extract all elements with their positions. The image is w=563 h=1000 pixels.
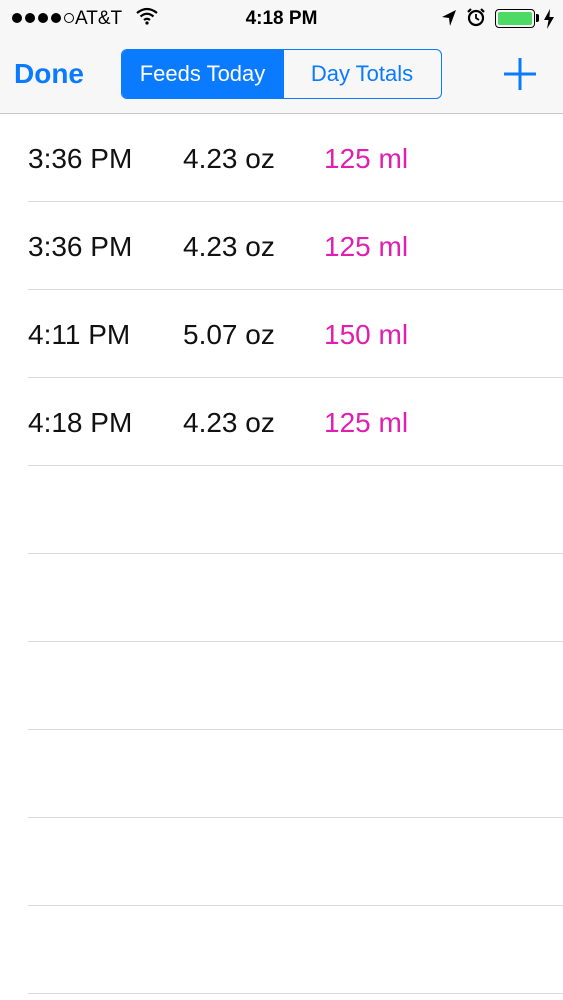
list-item[interactable]: 4:18 PM 4.23 oz 125 ml [0,378,563,466]
feed-ounces: 4.23 oz [183,407,275,438]
feed-ounces: 5.07 oz [183,319,275,350]
feed-ounces: 4.23 oz [183,231,275,262]
feed-time: 3:36 PM [28,143,133,174]
navigation-bar: AT&T 4:18 PM Done Feeds Today Day Totals [0,0,563,114]
battery-icon [495,9,535,28]
plus-icon[interactable] [503,57,537,91]
battery-fill [498,12,532,25]
empty-row [0,554,563,642]
list-item[interactable]: 3:36 PM 4.23 oz 125 ml [0,114,563,202]
feed-time: 4:18 PM [28,407,133,438]
feed-milliliters: 125 ml [324,143,409,174]
empty-row [0,642,563,730]
list-item[interactable]: 3:36 PM 4.23 oz 125 ml [0,202,563,290]
feed-ounces: 4.23 oz [183,143,275,174]
empty-row [0,466,563,554]
feeds-list: 3:36 PM 4.23 oz 125 ml 3:36 PM 4.23 oz 1… [0,114,563,994]
feed-milliliters: 150 ml [324,319,409,350]
feed-milliliters: 125 ml [324,407,409,438]
status-bar: AT&T 4:18 PM [0,0,563,38]
feed-time: 4:11 PM [28,319,131,350]
location-arrow-icon [441,9,457,33]
tab-day-totals[interactable]: Day Totals [283,50,440,98]
done-button[interactable]: Done [14,56,84,92]
empty-row [0,906,563,994]
battery-cap [536,14,539,22]
charging-bolt-icon [543,9,555,35]
alarm-clock-icon [466,7,486,33]
feed-milliliters: 125 ml [324,231,409,262]
segmented-control: Feeds Today Day Totals [121,49,442,99]
empty-row [0,818,563,906]
list-item[interactable]: 4:11 PM 5.07 oz 150 ml [0,290,563,378]
tab-feeds-today[interactable]: Feeds Today [122,50,283,98]
feed-time: 3:36 PM [28,231,133,262]
empty-row [0,730,563,818]
